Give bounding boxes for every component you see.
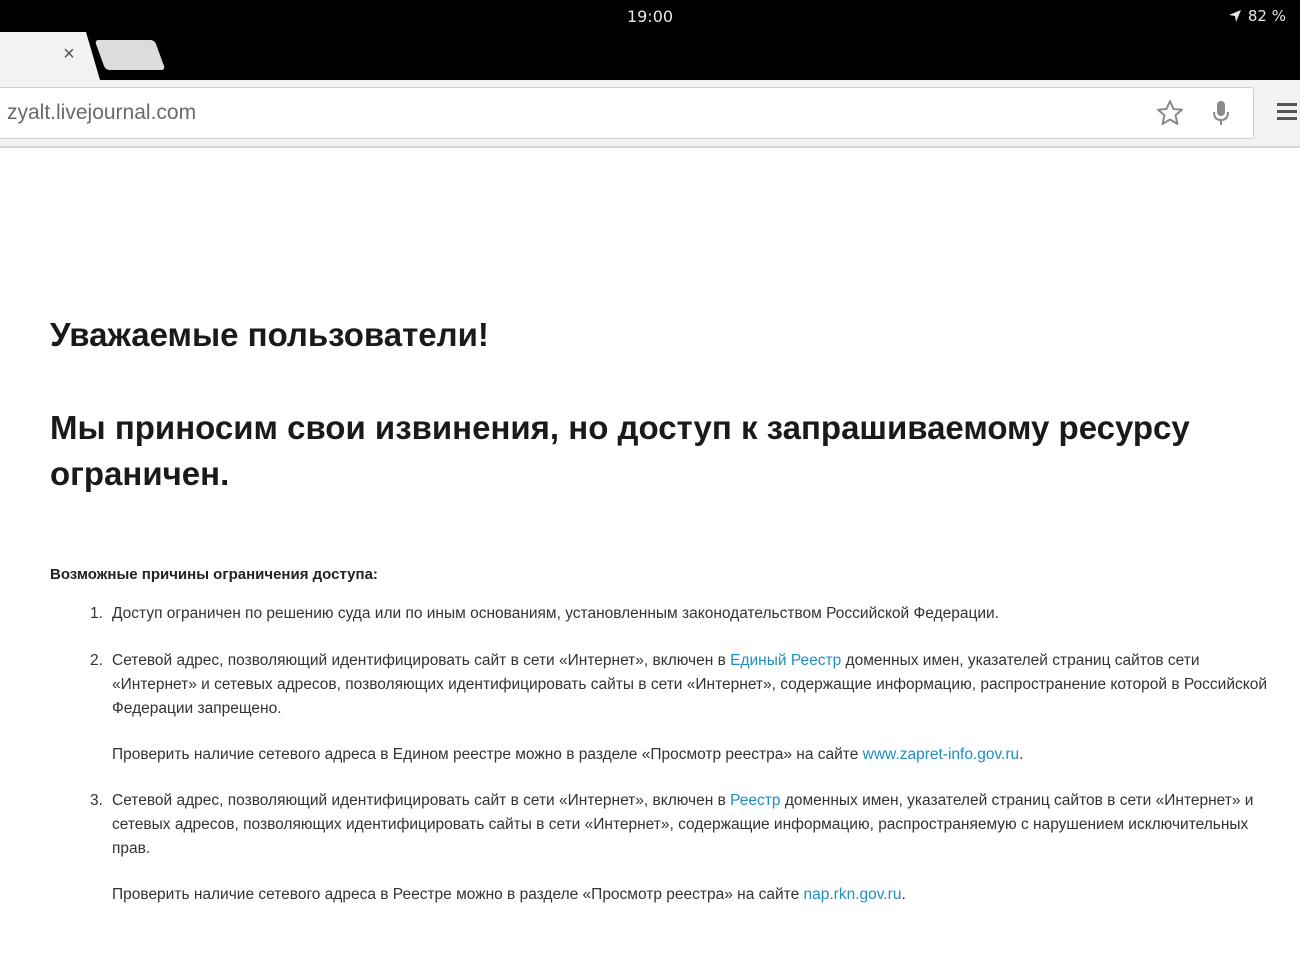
page-greeting: Уважаемые пользователи! [50,316,489,353]
check-text: Проверить наличие сетевого адреса в Един… [112,746,863,763]
browser-toolbar: zyalt.livejournal.com [0,80,1300,148]
list-number: 3. [90,792,103,809]
nap-rkn-link[interactable]: nap.rkn.gov.ru [804,886,902,903]
zapret-info-link[interactable]: www.zapret-info.gov.ru [863,746,1020,763]
list-item: 2. Сетевой адрес, позволяющий идентифици… [90,649,1270,767]
list-item: 3. Сетевой адрес, позволяющий идентифици… [90,789,1270,907]
status-and-tab-bar: 19:00 82 % × [0,0,1300,80]
menu-icon[interactable] [1275,100,1299,124]
registry-link[interactable]: Реестр [730,792,780,809]
reason-text: Доступ ограничен по решению суда или по … [112,605,999,622]
reasons-list: 1. Доступ ограничен по решению суда или … [90,602,1270,907]
check-text: Проверить наличие сетевого адреса в Реес… [112,886,804,903]
list-number: 1. [90,605,103,622]
unified-registry-link[interactable]: Единый Реестр [730,652,841,669]
check-instructions: Проверить наличие сетевого адреса в Реес… [112,883,1270,907]
address-bar[interactable]: zyalt.livejournal.com [0,87,1254,139]
check-instructions: Проверить наличие сетевого адреса в Един… [112,743,1270,767]
microphone-icon[interactable] [1210,98,1232,128]
active-tab[interactable] [0,32,100,80]
tab-close-icon[interactable]: × [58,43,80,65]
status-time: 19:00 [626,7,674,26]
check-end: . [901,886,906,903]
new-tab-button[interactable] [94,40,166,70]
status-indicators: 82 % [1228,7,1286,25]
reason-text-start: Сетевой адрес, позволяющий идентифициров… [112,792,731,809]
list-item: 1. Доступ ограничен по решению суда или … [90,602,1270,626]
list-number: 2. [90,652,103,669]
location-arrow-icon [1228,10,1241,22]
page-title: Мы приносим свои извинения, но доступ к … [50,409,1190,492]
battery-percent: 82 % [1247,7,1286,25]
reasons-title: Возможные причины ограничения доступа: [50,566,378,583]
reason-text-start: Сетевой адрес, позволяющий идентифициров… [112,652,731,669]
url-text[interactable]: zyalt.livejournal.com [7,101,196,125]
bookmark-star-icon[interactable] [1155,98,1185,128]
check-end: . [1019,746,1024,763]
